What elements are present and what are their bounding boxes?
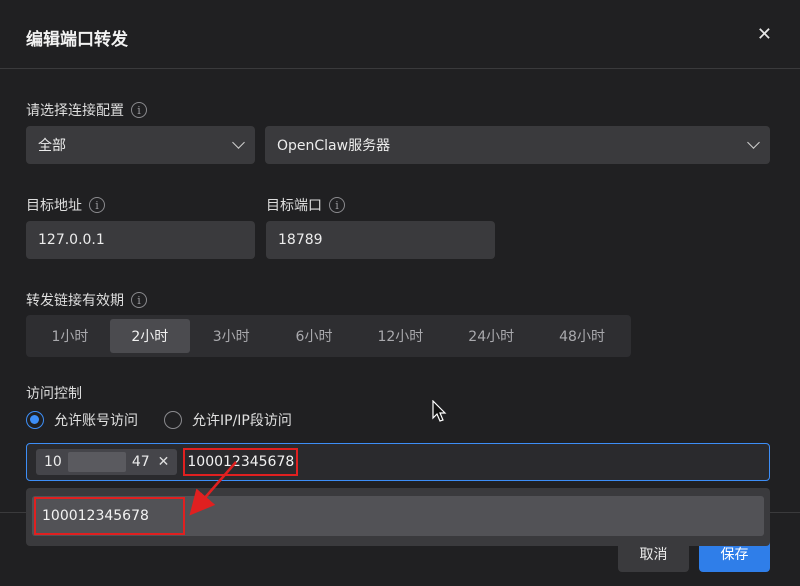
info-icon[interactable]: i: [329, 197, 345, 213]
validity-option-1h[interactable]: 1小时: [30, 319, 110, 353]
target-port-value: 18789: [278, 232, 323, 248]
radio-allow-account[interactable]: 允许账号访问: [26, 410, 138, 430]
target-address-label-text: 目标地址: [26, 198, 82, 214]
validity-option-6h[interactable]: 6小时: [273, 319, 356, 353]
target-address-input[interactable]: 127.0.0.1: [26, 221, 255, 259]
connection-group-select[interactable]: 全部: [26, 126, 255, 164]
close-icon[interactable]: ✕: [757, 26, 772, 44]
dialog-header: 编辑端口转发 ✕: [0, 0, 800, 69]
connection-server-select[interactable]: OpenClaw服务器: [265, 126, 770, 164]
validity-label: 转发链接有效期 i: [26, 290, 147, 310]
account-suggestion-dropdown: 100012345678: [26, 488, 770, 546]
edit-port-forward-dialog: 编辑端口转发 ✕ 请选择连接配置 i 全部 OpenClaw服务器 目标地址 i…: [0, 0, 800, 586]
target-address-value: 127.0.0.1: [38, 232, 105, 248]
radio-allow-ip-label: 允许IP/IP段访问: [192, 413, 292, 429]
radio-allow-account-label: 允许账号访问: [54, 413, 138, 429]
access-mode-radio-group: 允许账号访问 允许IP/IP段访问: [26, 410, 318, 430]
account-tag-input[interactable]: 10 47 ✕ 100012345678: [26, 443, 770, 481]
account-tag: 10 47 ✕: [36, 449, 178, 475]
redacted-block: [67, 452, 126, 472]
validity-option-2h[interactable]: 2小时: [109, 319, 190, 353]
validity-segmented-control: 1小时 2小时 3小时 6小时 12小时 24小时 48小时: [26, 315, 631, 357]
connection-group-value: 全部: [38, 138, 66, 154]
radio-allow-ip[interactable]: 允许IP/IP段访问: [164, 410, 292, 430]
validity-option-12h[interactable]: 12小时: [355, 319, 445, 353]
target-address-label: 目标地址 i: [26, 195, 105, 215]
validity-option-48h[interactable]: 48小时: [537, 319, 627, 353]
suggestion-item[interactable]: 100012345678: [32, 496, 764, 536]
suggestion-item-text: 100012345678: [34, 497, 185, 535]
validity-option-3h[interactable]: 3小时: [190, 319, 273, 353]
mouse-cursor-icon: [432, 400, 447, 422]
access-control-label: 访问控制: [26, 383, 82, 403]
account-tag-suffix: 47: [131, 454, 150, 470]
connection-label-text: 请选择连接配置: [26, 103, 124, 119]
radio-checked-icon: [26, 411, 44, 429]
dialog-title: 编辑端口转发: [26, 30, 128, 50]
chevron-down-icon: [232, 136, 245, 149]
validity-option-24h[interactable]: 24小时: [445, 319, 537, 353]
target-port-label-text: 目标端口: [266, 198, 322, 214]
access-control-label-text: 访问控制: [26, 386, 82, 402]
connection-server-value: OpenClaw服务器: [277, 138, 391, 154]
validity-label-text: 转发链接有效期: [26, 293, 124, 309]
typed-account-text: 100012345678: [183, 448, 299, 476]
info-icon[interactable]: i: [131, 102, 147, 118]
connection-label: 请选择连接配置 i: [26, 100, 147, 120]
info-icon[interactable]: i: [131, 292, 147, 308]
chevron-down-icon: [747, 136, 760, 149]
radio-unchecked-icon: [164, 411, 182, 429]
info-icon[interactable]: i: [89, 197, 105, 213]
target-port-input[interactable]: 18789: [266, 221, 495, 259]
target-port-label: 目标端口 i: [266, 195, 345, 215]
remove-tag-icon[interactable]: ✕: [158, 454, 170, 470]
account-tag-prefix: 10: [44, 454, 62, 470]
